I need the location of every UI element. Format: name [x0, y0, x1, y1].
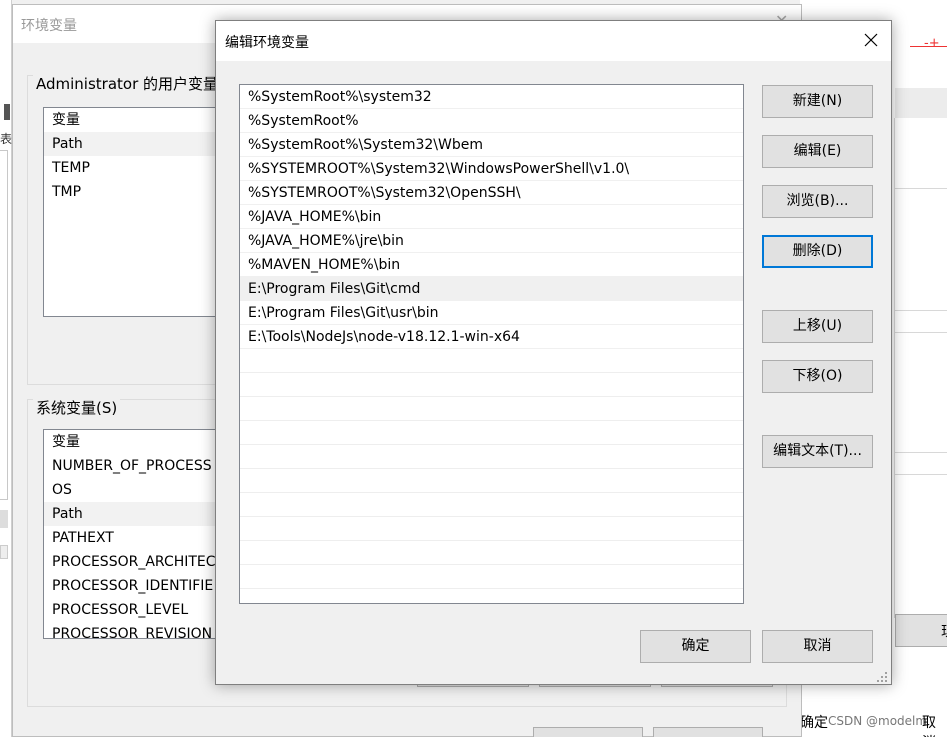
background-text: 表 [0, 132, 13, 146]
path-entry[interactable]: %SystemRoot%\system32 [240, 85, 743, 109]
path-entry[interactable]: %JAVA_HOME%\bin [240, 205, 743, 229]
path-entry[interactable]: %SYSTEMROOT%\System32\WindowsPowerShell\… [240, 157, 743, 181]
empty-path-row[interactable] [240, 517, 743, 541]
background-mark [4, 104, 10, 120]
list-header[interactable]: 变量 [44, 430, 242, 454]
path-entry[interactable]: E:\Tools\NodeJs\node-v18.12.1-win-x64 [240, 325, 743, 349]
delete-button[interactable]: 删除(D) [762, 235, 873, 268]
system-vars-label: 系统变量(S) [33, 397, 121, 418]
path-entry[interactable]: %SystemRoot%\System32\Wbem [240, 133, 743, 157]
background-divider [894, 452, 947, 453]
empty-path-row[interactable] [240, 421, 743, 445]
list-header[interactable]: 变量 [44, 108, 242, 132]
background-divider [894, 188, 947, 189]
background-button[interactable] [653, 727, 763, 737]
background-block [0, 510, 8, 528]
cancel-button[interactable]: 取消 [762, 630, 873, 663]
watermark: CSDN @modelm [828, 714, 928, 728]
path-entry[interactable]: %MAVEN_HOME%\bin [240, 253, 743, 277]
background-strip [895, 88, 947, 118]
empty-path-row[interactable] [240, 493, 743, 517]
list-item[interactable]: PATHEXT [44, 526, 242, 550]
list-item[interactable]: PROCESSOR_REVISION [44, 622, 242, 638]
user-vars-label: Administrator 的用户变量 [33, 73, 222, 94]
list-item[interactable]: Path [44, 502, 242, 526]
path-entry[interactable]: %SystemRoot% [240, 109, 743, 133]
browse-button[interactable]: 浏览(B)... [762, 185, 873, 218]
new-button[interactable]: 新建(N) [762, 85, 873, 118]
list-item[interactable]: TEMP [44, 156, 242, 180]
env-window-title: 环境变量 [21, 18, 77, 34]
empty-path-row[interactable] [240, 445, 743, 469]
empty-path-row[interactable] [240, 565, 743, 589]
background-red-line [910, 46, 947, 47]
empty-path-row[interactable] [240, 397, 743, 421]
list-item[interactable]: PROCESSOR_LEVEL [44, 598, 242, 622]
background-ok-button[interactable]: 确定 [800, 712, 828, 732]
background-divider [894, 118, 895, 618]
resize-grip-icon[interactable] [876, 671, 888, 683]
background-divider [894, 474, 947, 475]
list-item[interactable]: Path [44, 132, 242, 156]
background-red-text: -+ [924, 36, 940, 51]
path-entry[interactable]: %SYSTEMROOT%\System32\OpenSSH\ [240, 181, 743, 205]
path-entry[interactable]: E:\Program Files\Git\usr\bin [240, 301, 743, 325]
dialog-title-bar: 编辑环境变量 [216, 21, 891, 61]
background-side-button[interactable]: 现 [895, 614, 947, 647]
background-cancel-button[interactable]: 取消 [922, 712, 947, 737]
list-item[interactable]: NUMBER_OF_PROCESS [44, 454, 242, 478]
list-item[interactable]: PROCESSOR_IDENTIFIE [44, 574, 242, 598]
background-divider [894, 310, 947, 311]
list-item[interactable]: OS [44, 478, 242, 502]
move-down-button[interactable]: 下移(O) [762, 360, 873, 393]
list-item[interactable]: PROCESSOR_ARCHITEC [44, 550, 242, 574]
system-vars-list[interactable]: 变量 NUMBER_OF_PROCESS OS Path PATHEXT PROCESS… [43, 429, 243, 639]
edit-text-button[interactable]: 编辑文本(T)... [762, 435, 873, 468]
close-button[interactable] [856, 25, 886, 55]
empty-path-row[interactable] [240, 373, 743, 397]
path-entry[interactable]: E:\Program Files\Git\cmd [240, 277, 743, 301]
dialog-title: 编辑环境变量 [225, 35, 309, 51]
background-divider [894, 332, 947, 333]
empty-path-row[interactable] [240, 469, 743, 493]
background-block [0, 545, 8, 559]
empty-path-row[interactable] [240, 541, 743, 565]
edit-env-var-dialog: 编辑环境变量 %SystemRoot%\system32 %SystemRoot%… [215, 20, 892, 685]
path-entries-list[interactable]: %SystemRoot%\system32 %SystemRoot% %System… [239, 84, 744, 604]
background-window-left: 表 [0, 0, 12, 737]
list-item[interactable]: TMP [44, 180, 242, 204]
user-vars-list[interactable]: 变量 Path TEMP TMP [43, 107, 243, 317]
close-icon [864, 33, 878, 47]
empty-path-row[interactable] [240, 349, 743, 373]
ok-button[interactable]: 确定 [640, 630, 751, 663]
background-button[interactable] [533, 727, 643, 737]
move-up-button[interactable]: 上移(U) [762, 310, 873, 343]
background-panel [0, 150, 8, 500]
edit-button[interactable]: 编辑(E) [762, 135, 873, 168]
path-entry[interactable]: %JAVA_HOME%\jre\bin [240, 229, 743, 253]
